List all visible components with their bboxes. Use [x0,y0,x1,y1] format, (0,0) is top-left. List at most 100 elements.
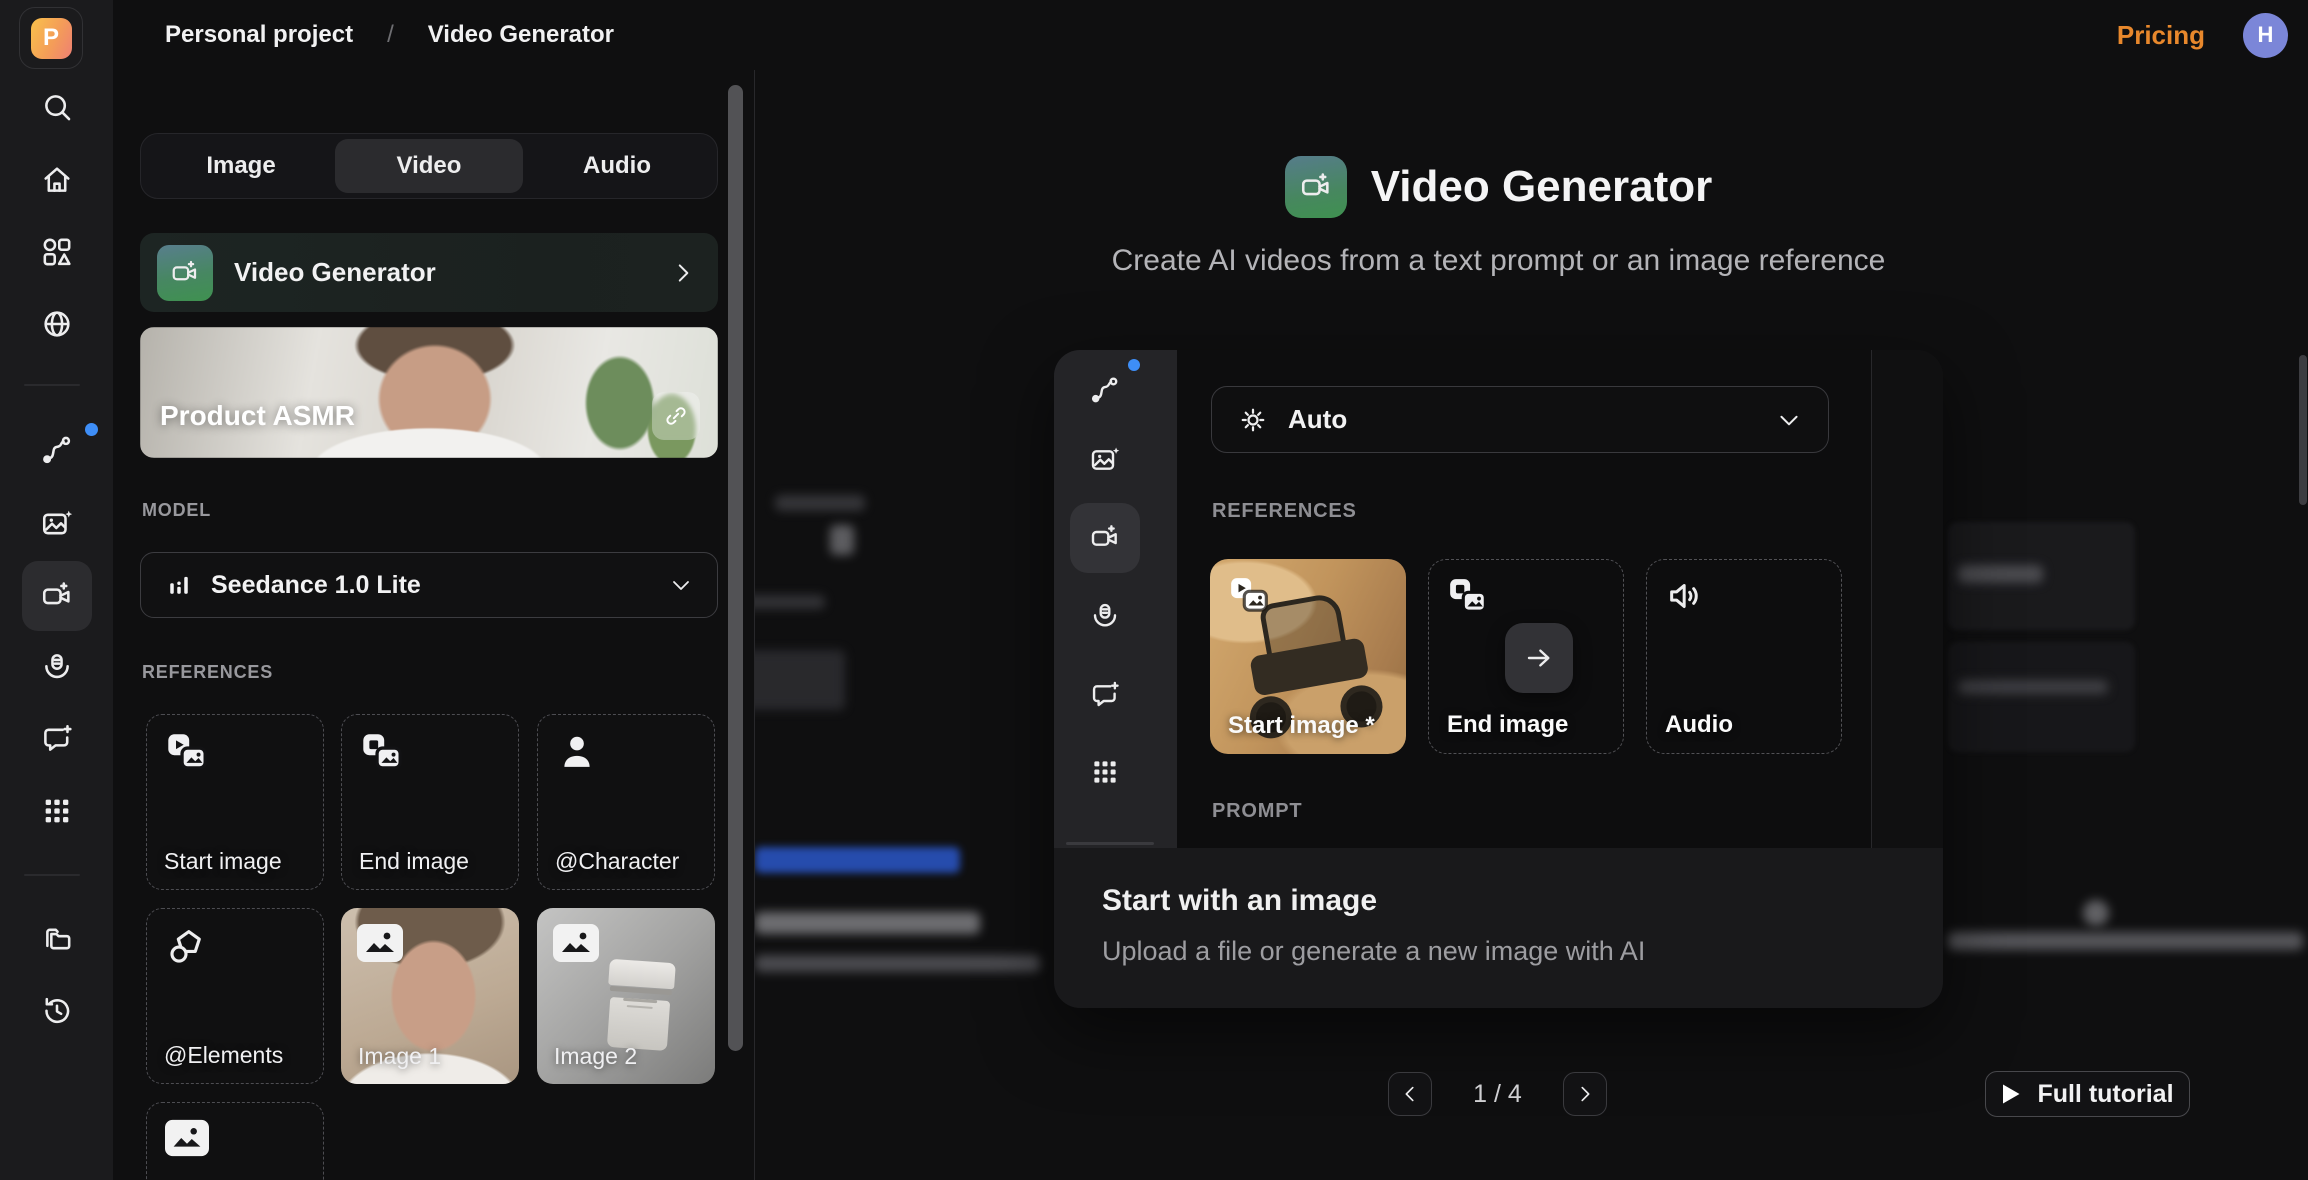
rail-divider [24,384,80,386]
image-generator-button[interactable] [22,489,92,559]
history-icon [40,994,74,1028]
history-button[interactable] [22,976,92,1046]
notification-dot [85,423,98,436]
tab-image[interactable]: Image [147,139,335,193]
tile-label: Start image * [1228,712,1375,740]
reference-tile-character[interactable]: @Character [537,714,715,890]
media-type-tabs: Image Video Audio [140,133,718,199]
tile-label: Image 1 [358,1043,441,1070]
page-title: Video Generator [1371,162,1713,212]
photo-icon [165,1119,209,1157]
tutorial-card-right-strip [1872,350,1943,848]
video-generate-icon [1089,522,1121,554]
carousel-next-button[interactable] [1563,1072,1607,1116]
tutorial-prompt-label: PROMPT [1212,800,1302,823]
elements-icon [165,925,207,967]
gear-icon [1238,405,1268,435]
pricing-link[interactable]: Pricing [2117,20,2205,51]
apps-shapes-icon [40,235,74,269]
image-badge-icon [357,924,403,962]
video-generator-tile-icon [157,245,213,301]
tutorial-card: Auto REFERENCES Start ima [1054,350,1943,1008]
assets-button[interactable] [22,217,92,287]
voice-icon [40,650,74,684]
full-tutorial-button[interactable]: Full tutorial [1985,1071,2190,1117]
banner-link-button[interactable] [652,392,700,440]
tutorial-mini-content: Auto REFERENCES Start ima [1177,350,1871,848]
video-generator-hero-icon [1285,156,1347,218]
tab-audio[interactable]: Audio [523,139,711,193]
voice-button[interactable] [22,632,92,702]
tile-label: End image [359,848,469,875]
chevron-right-icon [670,260,696,286]
chat-generator-button[interactable] [22,704,92,774]
page-subtitle: Create AI videos from a text prompt or a… [1054,244,1943,278]
video-generate-icon [1299,170,1333,204]
app-window: P [0,0,2308,1180]
reference-tile-end-image[interactable]: End image [341,714,519,890]
reference-tile-start-image[interactable]: Start image [146,714,324,890]
breadcrumb-project[interactable]: Personal project [165,21,353,49]
image-generate-icon [1089,444,1121,476]
tutorial-model-value: Auto [1288,404,1347,435]
notification-dot [1128,359,1140,371]
tile-label: Audio [1665,711,1733,739]
video-generator-row-label: Video Generator [234,257,436,288]
app-logo[interactable]: P [19,7,83,69]
search-button[interactable] [22,72,92,142]
search-icon [40,90,74,124]
explore-button[interactable] [22,289,92,359]
tutorial-card-divider [1871,350,1872,848]
main-area: Video Generator Create AI videos from a … [755,70,2308,1180]
model-section-label: MODEL [142,500,211,521]
projects-icon [40,922,74,956]
video-generator-row[interactable]: Video Generator [140,233,718,312]
mini-apps-item [1070,737,1140,807]
avatar[interactable]: H [2243,13,2288,58]
start-to-end-arrow-button [1505,623,1573,693]
panel-scrollbar[interactable] [728,85,743,1051]
model-dropdown[interactable]: Seedance 1.0 Lite [140,552,718,618]
left-rail: P [0,0,113,1180]
grid-apps-icon [1090,757,1120,787]
top-bar: Personal project / Video Generator Prici… [113,0,2308,70]
image-generate-icon [40,507,74,541]
tutorial-caption-title: Start with an image [1102,884,1377,918]
reference-tile-image-2[interactable]: Image 2 [537,908,715,1084]
tutorial-caption-subtitle: Upload a file or generate a new image wi… [1102,936,1645,967]
hero: Video Generator Create AI videos from a … [1054,156,1943,278]
carousel-prev-button[interactable] [1388,1072,1432,1116]
projects-button[interactable] [22,904,92,974]
carousel-next-slide-preview [1943,350,2308,1040]
flow-icon [40,433,74,467]
home-icon [40,163,74,197]
tab-video[interactable]: Video [335,139,523,193]
chevron-down-icon [1776,407,1802,433]
home-button[interactable] [22,145,92,215]
window-scrollbar[interactable] [2299,355,2307,505]
reference-tile-elements[interactable]: @Elements [146,908,324,1084]
mini-image-item [1070,425,1140,495]
tutorial-caption: Start with an image Upload a file or gen… [1054,848,1943,1008]
apps-grid-button[interactable] [22,776,92,846]
tutorial-audio-tile: Audio [1646,559,1842,754]
generator-panel: Image Video Audio Video Generator Produc… [113,70,755,1180]
end-image-icon [360,731,404,775]
reference-tile-more[interactable] [146,1102,324,1180]
video-generator-button[interactable] [22,561,92,631]
chat-generate-icon [1089,679,1121,711]
reference-tile-image-1[interactable]: Image 1 [341,908,519,1084]
product-asmr-banner[interactable]: Product ASMR [140,327,718,458]
flow-button[interactable] [22,415,92,485]
flow-icon [1089,374,1121,406]
model-dropdown-value: Seedance 1.0 Lite [211,571,421,600]
cream-jar-graphic [604,959,676,1047]
image-badge-icon [553,924,599,962]
voice-icon [1089,600,1121,632]
tile-label: @Elements [164,1042,283,1069]
chat-generate-icon [40,722,74,756]
video-generate-icon [170,258,200,288]
arrow-right-icon [1523,642,1555,674]
chevron-down-icon [669,573,693,597]
tutorial-references-label: REFERENCES [1212,500,1357,523]
